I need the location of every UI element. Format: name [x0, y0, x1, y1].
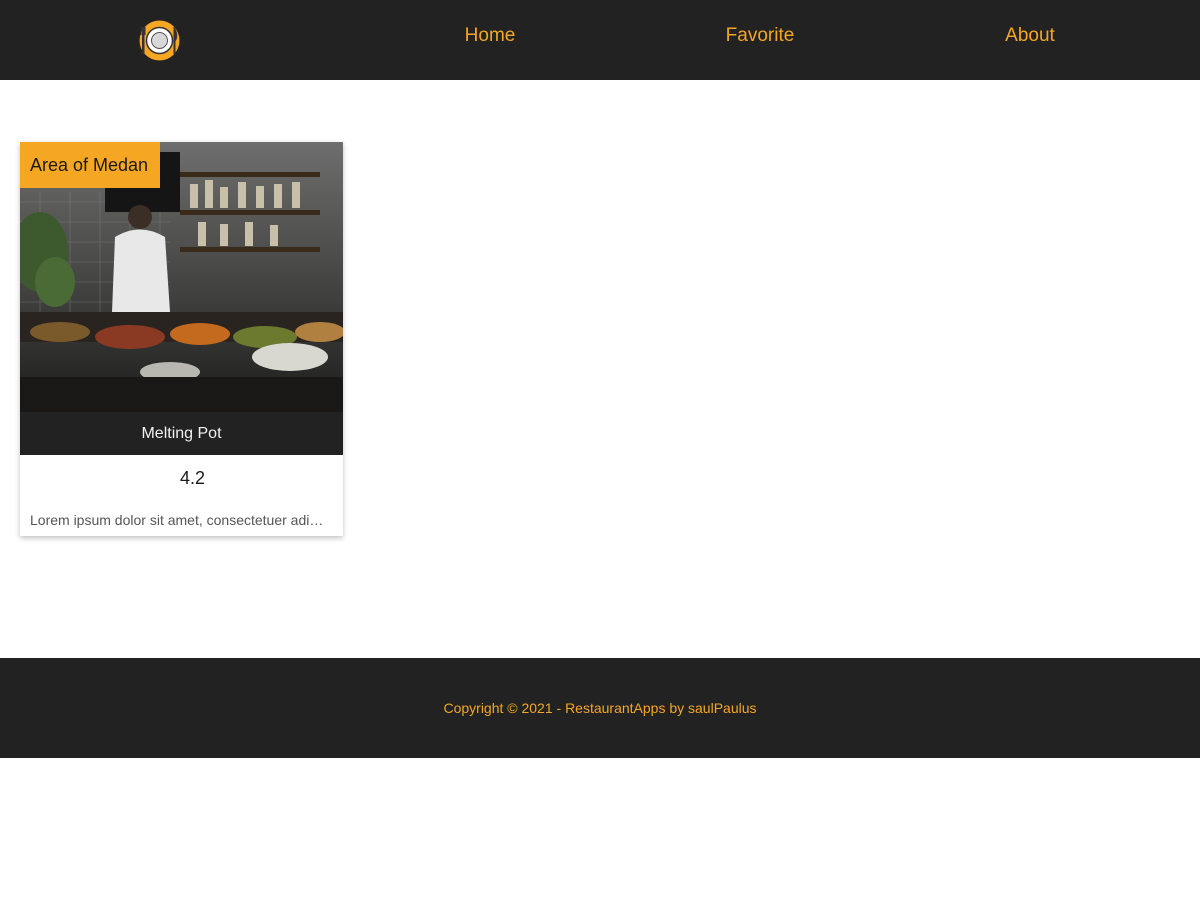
nav-favorite-link[interactable]: Favorite	[726, 24, 795, 48]
footer-copyright: Copyright © 2021 - RestaurantApps by sau…	[443, 700, 757, 716]
area-badge: Area of Medan	[20, 142, 160, 188]
footer: Copyright © 2021 - RestaurantApps by sau…	[0, 658, 1200, 758]
nav-home-link[interactable]: Home	[465, 24, 516, 48]
restaurant-card[interactable]: Area of Medan Melting Pot 4.2 Lorem ipsu…	[20, 142, 343, 536]
nav-about-link[interactable]: About	[1005, 24, 1055, 48]
main-nav: Home Favorite About	[0, 0, 1200, 80]
restaurant-description: Lorem ipsum dolor sit amet, consectetuer…	[30, 512, 330, 528]
restaurant-name[interactable]: Melting Pot	[20, 412, 343, 455]
restaurant-rating: 4.2	[179, 468, 206, 488]
app-bar: Home Favorite About	[0, 0, 1200, 80]
